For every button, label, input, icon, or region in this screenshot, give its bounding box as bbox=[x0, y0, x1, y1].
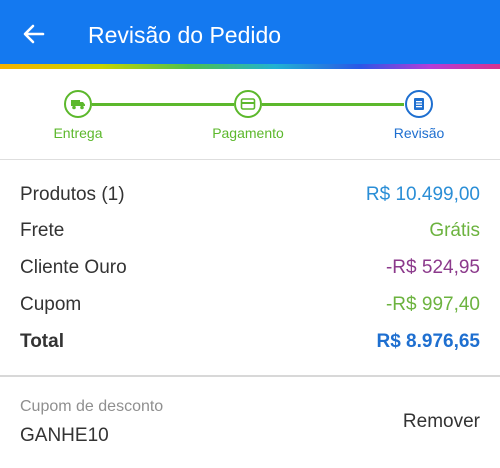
step-entrega[interactable]: Entrega bbox=[18, 90, 138, 142]
summary-row-total: Total R$ 8.976,65 bbox=[20, 327, 480, 357]
total-label: Total bbox=[20, 331, 64, 352]
summary-label: Cupom bbox=[20, 294, 82, 315]
discount-coupon-code: GANHE10 bbox=[20, 425, 109, 446]
summary-value: -R$ 524,95 bbox=[385, 257, 480, 278]
step-label: Pagamento bbox=[212, 125, 284, 141]
app-bar: Revisão do Pedido bbox=[0, 0, 500, 66]
summary-value: Grátis bbox=[429, 220, 480, 241]
divider bbox=[0, 375, 500, 377]
step-label: Revisão bbox=[393, 125, 445, 141]
summary-value: -R$ 997,40 bbox=[385, 294, 480, 315]
summary-label: Frete bbox=[20, 220, 65, 241]
step-circle bbox=[64, 90, 92, 118]
truck-icon bbox=[71, 100, 85, 110]
summary-value: R$ 10.499,00 bbox=[365, 184, 480, 205]
summary-row-gold-client: Cliente Ouro -R$ 524,95 bbox=[20, 253, 480, 283]
total-value: R$ 8.976,65 bbox=[376, 331, 480, 352]
step-revisao[interactable]: Revisão bbox=[359, 90, 479, 142]
summary-row-products: Produtos (1) R$ 10.499,00 bbox=[20, 180, 480, 210]
divider bbox=[0, 159, 500, 160]
summary-row-shipping: Frete Grátis bbox=[20, 216, 480, 246]
step-pagamento[interactable]: Pagamento bbox=[188, 90, 308, 142]
credit-card-icon bbox=[240, 98, 256, 110]
page-title: Revisão do Pedido bbox=[88, 22, 282, 48]
step-circle bbox=[234, 90, 262, 118]
summary-row-coupon: Cupom -R$ 997,40 bbox=[20, 290, 480, 320]
arrow-left-icon bbox=[23, 24, 45, 44]
step-label: Entrega bbox=[53, 125, 103, 141]
step-circle bbox=[405, 90, 433, 118]
checkout-stepper: Entrega Pagamento Revisão bbox=[0, 69, 500, 159]
document-icon bbox=[414, 98, 424, 110]
remove-coupon-button[interactable]: Remover bbox=[403, 411, 480, 433]
discount-coupon-title: Cupom de desconto bbox=[20, 398, 164, 415]
summary-label: Produtos (1) bbox=[20, 184, 125, 205]
summary-label: Cliente Ouro bbox=[20, 257, 127, 278]
back-button[interactable] bbox=[20, 20, 48, 48]
